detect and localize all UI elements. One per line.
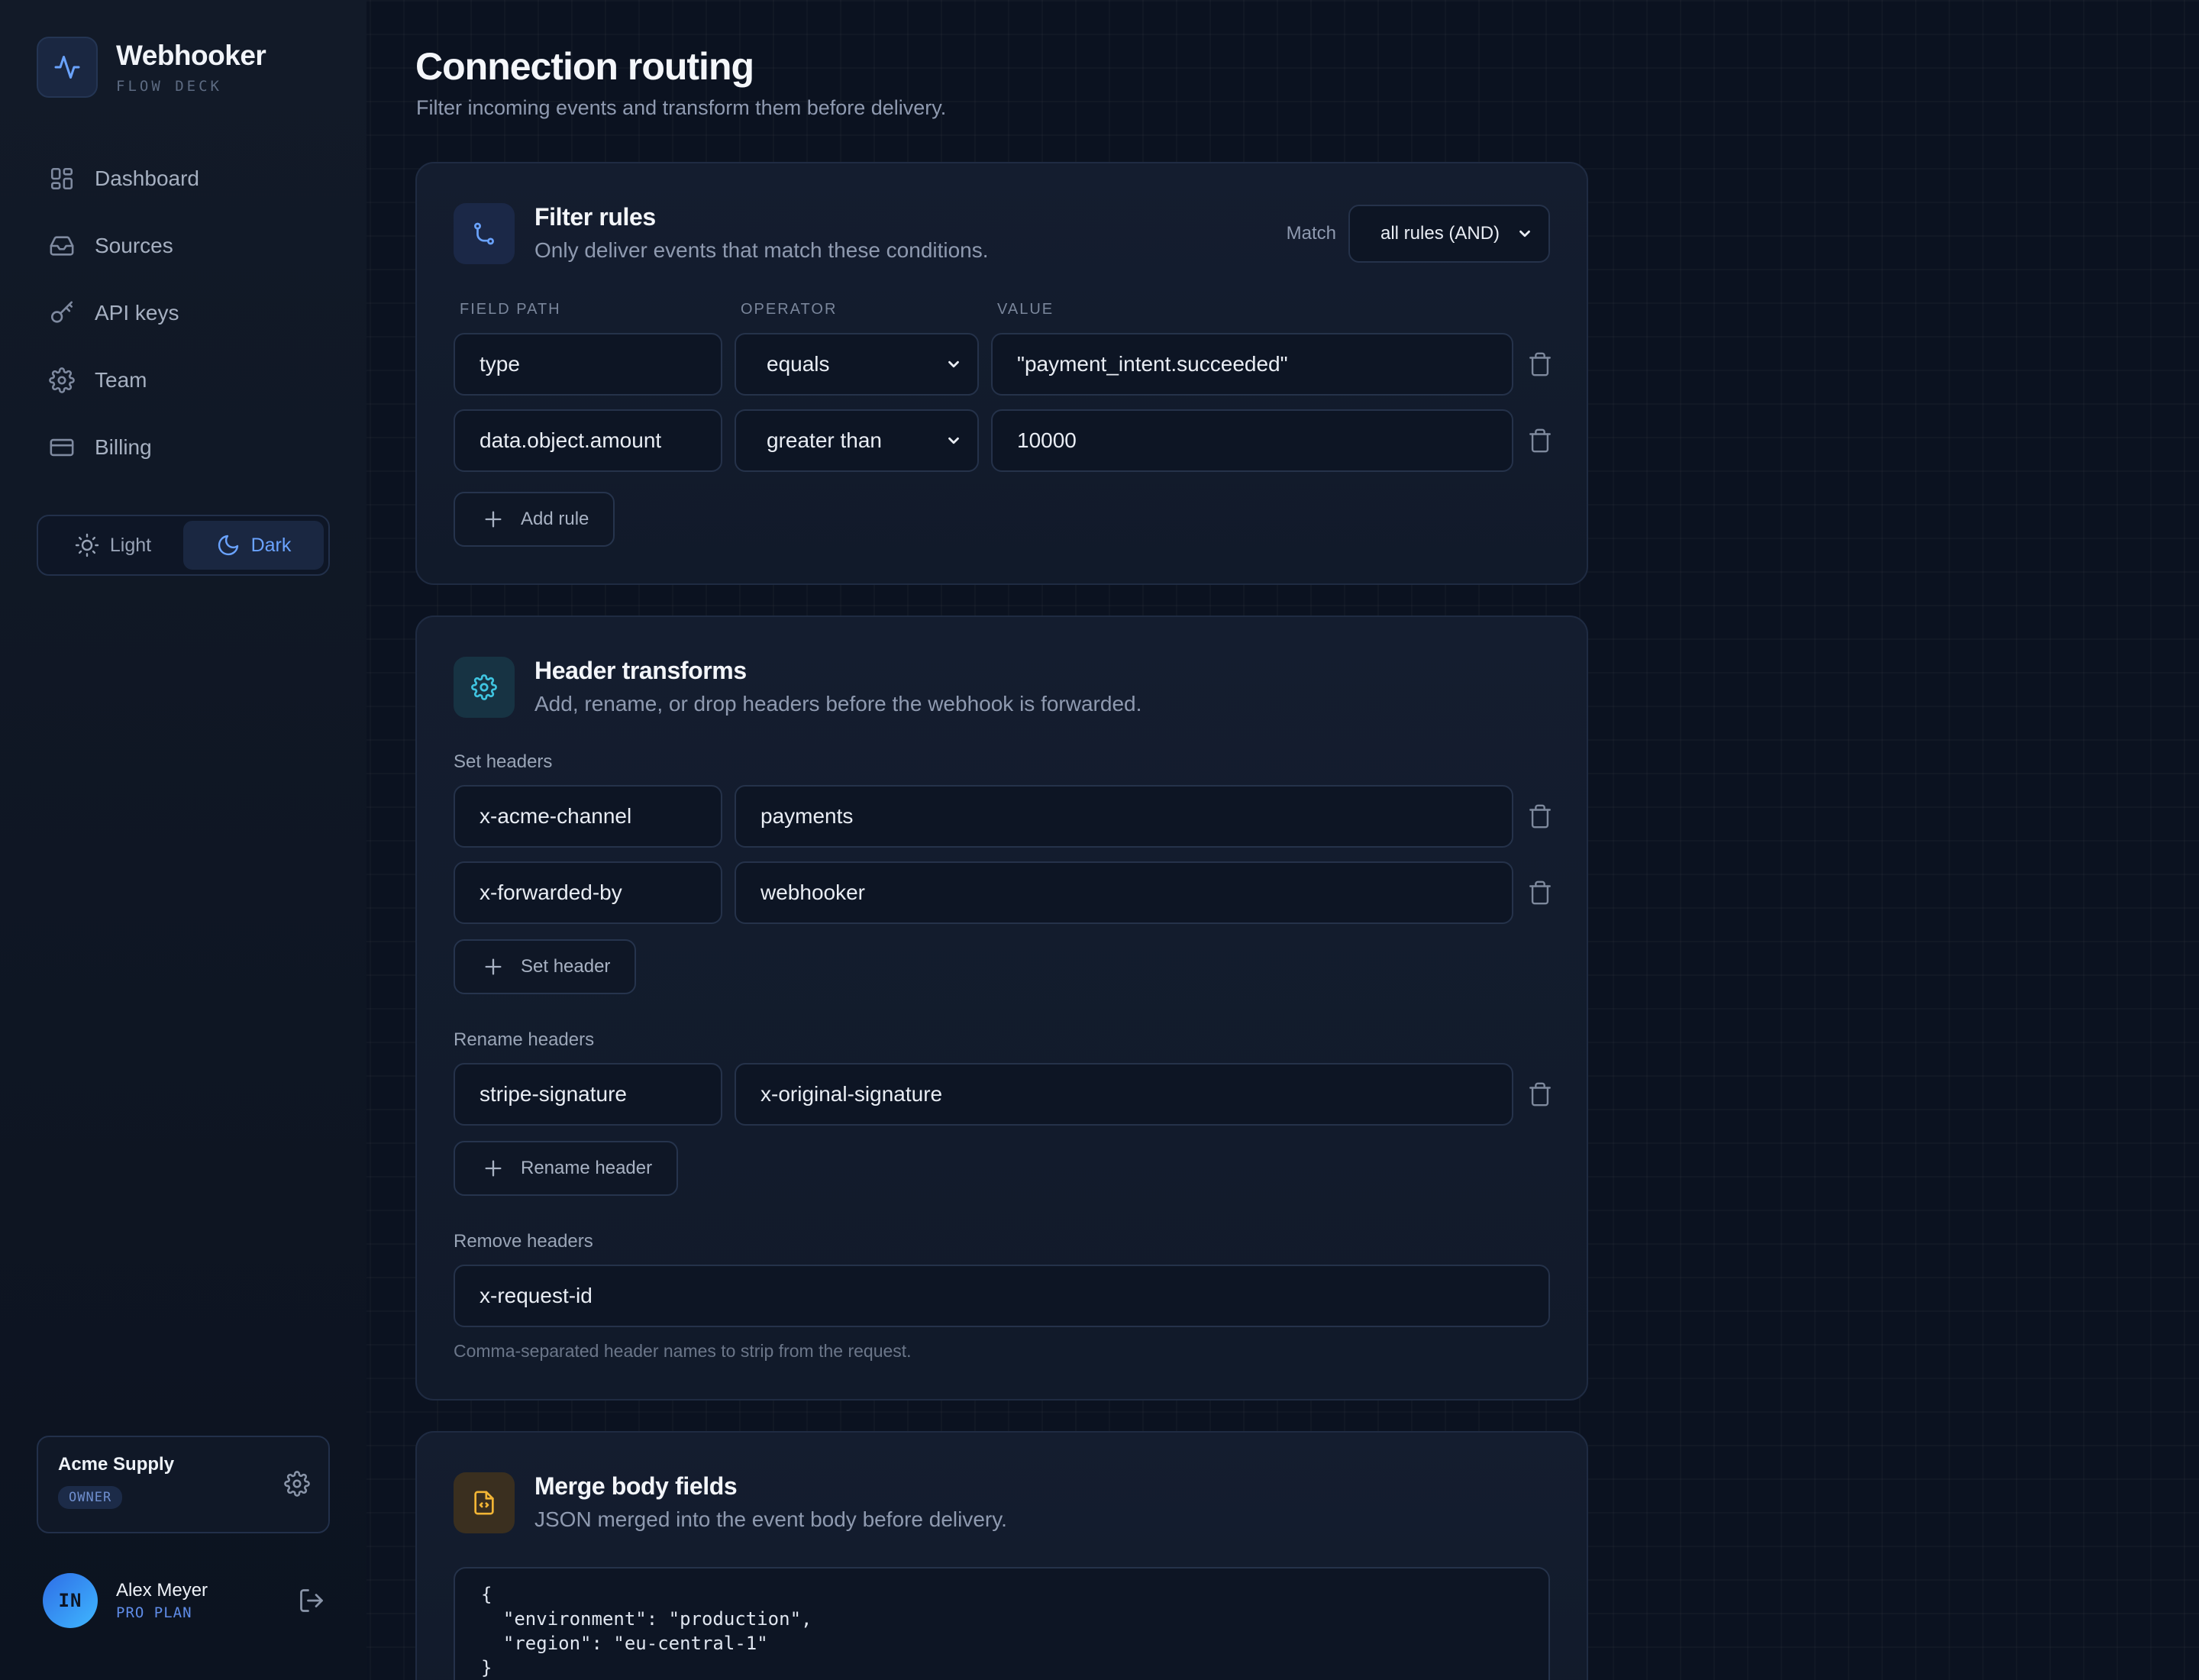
theme-toggle: Light Dark <box>37 515 330 576</box>
sidebar-item-label: Billing <box>95 435 152 459</box>
brand-name: Webhooker <box>116 40 266 71</box>
filter-rules-card: Filter rules Only deliver events that ma… <box>415 162 1588 585</box>
activity-icon <box>37 37 98 98</box>
remove-headers-label: Remove headers <box>454 1231 593 1252</box>
gear-icon <box>454 657 515 718</box>
theme-dark-option[interactable]: Dark <box>183 521 324 570</box>
rule-value-input[interactable]: "payment_intent.succeeded" <box>991 333 1513 396</box>
set-header-button[interactable]: Set header <box>454 939 637 994</box>
user-name: Alex Meyer <box>116 1580 208 1601</box>
brand-tagline: FLOW DECK <box>116 78 222 95</box>
user-profile: IN Alex Meyer PRO PLAN <box>43 1572 325 1630</box>
sun-icon <box>75 533 99 557</box>
header-value-input[interactable]: payments <box>735 785 1513 848</box>
add-rule-button[interactable]: Add rule <box>454 492 615 547</box>
gear-icon <box>49 367 75 393</box>
column-header-field: FIELD PATH <box>460 301 561 318</box>
set-headers-label: Set headers <box>454 751 553 772</box>
card-description: Add, rename, or drop headers before the … <box>534 692 1142 716</box>
theme-dark-label: Dark <box>250 534 292 556</box>
gear-icon[interactable] <box>284 1471 310 1497</box>
header-transforms-card: Header transforms Add, rename, or drop h… <box>415 615 1588 1401</box>
trash-icon[interactable] <box>1527 1081 1553 1107</box>
card-title: Header transforms <box>534 657 747 684</box>
file-code-icon <box>454 1472 515 1533</box>
add-rule-label: Add rule <box>521 509 589 529</box>
trash-icon[interactable] <box>1527 351 1553 377</box>
grid-icon <box>50 167 73 190</box>
header-name-input[interactable]: x-forwarded-by <box>454 861 722 924</box>
org-card[interactable]: Acme Supply OWNER <box>37 1436 330 1533</box>
match-label: Match <box>1286 223 1336 244</box>
chevron-down-icon <box>948 360 959 368</box>
trash-icon[interactable] <box>1527 880 1553 906</box>
plus-icon <box>485 1160 502 1177</box>
brand[interactable]: Webhooker FLOW DECK <box>37 37 266 98</box>
plus-icon <box>485 511 502 528</box>
sidebar-item-label: API keys <box>95 301 179 325</box>
chevron-down-icon <box>1519 230 1530 237</box>
rename-headers-label: Rename headers <box>454 1029 595 1050</box>
user-plan: PRO PLAN <box>116 1604 192 1621</box>
sidebar-item-billing[interactable]: Billing <box>37 414 330 481</box>
sidebar-item-sources[interactable]: Sources <box>37 212 330 279</box>
card-title: Filter rules <box>534 203 656 231</box>
sidebar-nav: Dashboard Sources API keys Team Billing <box>37 145 330 481</box>
rule-field-input[interactable]: type <box>454 333 722 396</box>
moon-icon <box>218 535 238 556</box>
key-icon <box>50 301 73 323</box>
plus-icon <box>485 958 502 975</box>
rule-operator-select[interactable]: greater than <box>735 409 979 472</box>
inbox-icon <box>50 236 74 256</box>
column-header-operator: OPERATOR <box>741 301 838 318</box>
rename-header-label: Rename header <box>521 1158 653 1178</box>
sidebar-item-team[interactable]: Team <box>37 347 330 414</box>
sidebar-item-api-keys[interactable]: API keys <box>37 279 330 347</box>
remove-headers-input[interactable]: x-request-id <box>454 1265 1550 1327</box>
rename-to-input[interactable]: x-original-signature <box>735 1063 1513 1126</box>
merge-json-editor[interactable]: { "environment": "production", "region":… <box>454 1567 1550 1680</box>
rule-operator-value: greater than <box>767 428 882 452</box>
org-name: Acme Supply <box>58 1454 175 1475</box>
merge-body-card: Merge body fields JSON merged into the e… <box>415 1431 1588 1680</box>
match-mode-select[interactable]: all rules (AND) <box>1348 205 1550 263</box>
rule-value-input[interactable]: 10000 <box>991 409 1513 472</box>
remove-headers-hint: Comma-separated header names to strip fr… <box>454 1341 912 1361</box>
trash-icon[interactable] <box>1527 803 1553 829</box>
credit-card-icon <box>50 438 74 457</box>
match-mode-value: all rules (AND) <box>1380 223 1500 244</box>
card-title: Merge body fields <box>534 1472 738 1500</box>
rule-operator-select[interactable]: equals <box>735 333 979 396</box>
rename-from-input[interactable]: stripe-signature <box>454 1063 722 1126</box>
card-description: JSON merged into the event body before d… <box>534 1507 1007 1531</box>
git-branch-icon <box>454 203 515 264</box>
theme-light-label: Light <box>109 534 152 556</box>
sidebar-item-dashboard[interactable]: Dashboard <box>37 145 330 212</box>
sidebar-item-label: Dashboard <box>95 166 199 190</box>
chevron-down-icon <box>948 437 959 444</box>
sidebar-item-label: Team <box>95 368 147 392</box>
page-title: Connection routing <box>415 45 754 88</box>
header-name-input[interactable]: x-acme-channel <box>454 785 722 848</box>
logout-icon[interactable] <box>298 1587 325 1614</box>
rename-header-button[interactable]: Rename header <box>454 1141 679 1196</box>
theme-light-option[interactable]: Light <box>43 521 183 570</box>
set-header-label: Set header <box>521 956 611 977</box>
trash-icon[interactable] <box>1527 428 1553 454</box>
card-description: Only deliver events that match these con… <box>534 238 989 262</box>
rule-operator-value: equals <box>767 352 830 376</box>
column-header-value: VALUE <box>997 301 1054 318</box>
header-value-input[interactable]: webhooker <box>735 861 1513 924</box>
sidebar: Webhooker FLOW DECK Dashboard Sources AP… <box>0 0 366 1680</box>
rule-field-input[interactable]: data.object.amount <box>454 409 722 472</box>
avatar[interactable]: IN <box>43 1573 98 1628</box>
org-role-badge: OWNER <box>58 1486 123 1509</box>
sidebar-item-label: Sources <box>95 234 173 257</box>
page-subtitle: Filter incoming events and transform the… <box>416 96 947 119</box>
